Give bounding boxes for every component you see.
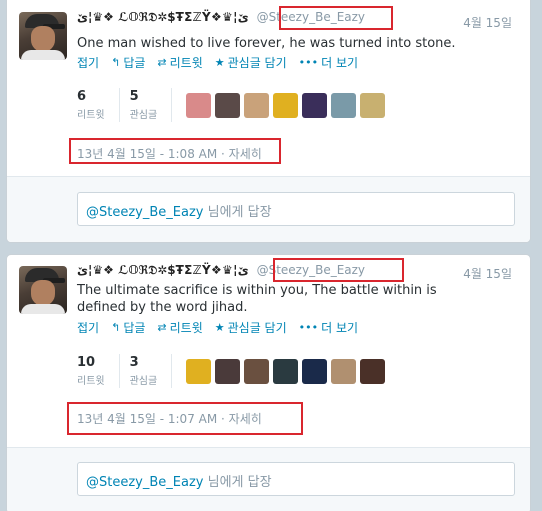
details-link[interactable]: · 자세히 [221, 147, 262, 161]
tweet-card[interactable]: ێ¦♛❖ ℒ𝕆ℜ𝔇✲$ŦΣℤŸ❖♛¦ێ @Steezy_Be_Eazy 4월 1… [6, 0, 531, 243]
tweet-stats: 6 리트윗 5 관심글 [77, 88, 386, 122]
favoriter-avatar[interactable] [302, 358, 328, 384]
more-icon: ••• [298, 56, 319, 69]
user-handle[interactable]: @Steezy_Be_Eazy [257, 263, 365, 277]
tweet-text: One man wished to live forever, he was t… [77, 36, 456, 51]
favoriter-avatar[interactable] [273, 92, 299, 118]
more-button[interactable]: ••• 더 보기 [299, 54, 358, 71]
tweet-stats: 10 리트윗 3 관심글 [77, 354, 386, 388]
favoriter-avatar[interactable] [186, 92, 212, 118]
favorite-count[interactable]: 3 관심글 [130, 354, 173, 388]
retweet-button[interactable]: ⇄ 리트윗 [157, 54, 202, 71]
collapse-button[interactable]: 접기 [77, 319, 99, 336]
tweet-actions: 접기 ↰ 답글 ⇄ 리트윗 ★ 관심글 담기 ••• 더 보기 [77, 54, 358, 71]
favoriter-avatar[interactable] [360, 358, 386, 384]
tweet-header: ێ¦♛❖ ℒ𝕆ℜ𝔇✲$ŦΣℤŸ❖♛¦ێ @Steezy_Be_Eazy [77, 10, 365, 30]
avatar[interactable] [19, 266, 67, 314]
reply-area: @Steezy_Be_Eazy 님에게 답장 [7, 176, 530, 242]
favoriter-avatar[interactable] [215, 92, 241, 118]
collapse-button[interactable]: 접기 [77, 54, 99, 71]
tweet-timestamp[interactable]: 13년 4월 15일 - 1:07 AM · 자세히 [77, 410, 262, 427]
user-fullname[interactable]: ێ¦♛❖ ℒ𝕆ℜ𝔇✲$ŦΣℤŸ❖♛¦ێ [77, 10, 249, 24]
favoriter-avatar[interactable] [244, 92, 270, 118]
favoriter-avatar[interactable] [331, 92, 357, 118]
reply-input[interactable]: @Steezy_Be_Eazy 님에게 답장 [77, 192, 515, 226]
star-icon: ★ [214, 321, 225, 334]
reply-icon: ↰ [111, 56, 121, 69]
favoriter-avatar[interactable] [273, 358, 299, 384]
retweet-button[interactable]: ⇄ 리트윗 [157, 319, 202, 336]
favoriter-avatars [186, 358, 386, 384]
favorite-count[interactable]: 5 관심글 [130, 88, 173, 122]
favoriter-avatar[interactable] [244, 358, 270, 384]
favoriter-avatar[interactable] [331, 358, 357, 384]
reply-button[interactable]: ↰ 답글 [111, 319, 145, 336]
reply-input[interactable]: @Steezy_Be_Eazy 님에게 답장 [77, 462, 515, 496]
favorite-button[interactable]: ★ 관심글 담기 [215, 319, 287, 336]
user-handle[interactable]: @Steezy_Be_Eazy [257, 10, 365, 24]
tweet-card[interactable]: ێ¦♛❖ ℒ𝕆ℜ𝔇✲$ŦΣℤŸ❖♛¦ێ @Steezy_Be_Eazy 4월 1… [6, 254, 531, 511]
tweet-header: ێ¦♛❖ ℒ𝕆ℜ𝔇✲$ŦΣℤŸ❖♛¦ێ @Steezy_Be_Eazy [77, 263, 365, 283]
reply-button[interactable]: ↰ 답글 [111, 54, 145, 71]
favoriter-avatar[interactable] [302, 92, 328, 118]
favoriter-avatar[interactable] [215, 358, 241, 384]
reply-area: @Steezy_Be_Eazy 님에게 답장 [7, 447, 530, 511]
tweet-date[interactable]: 4월 15일 [463, 14, 512, 31]
retweet-count[interactable]: 10 리트윗 [77, 354, 120, 388]
favoriter-avatar[interactable] [186, 358, 212, 384]
tweet-text: The ultimate sacrifice is within you, Th… [77, 283, 437, 315]
retweet-icon: ⇄ [157, 56, 167, 69]
user-fullname[interactable]: ێ¦♛❖ ℒ𝕆ℜ𝔇✲$ŦΣℤŸ❖♛¦ێ [77, 263, 249, 277]
retweet-icon: ⇄ [157, 321, 167, 334]
more-button[interactable]: ••• 더 보기 [299, 319, 358, 336]
favoriter-avatars [186, 92, 386, 118]
star-icon: ★ [214, 56, 225, 69]
details-link[interactable]: · 자세히 [221, 412, 262, 426]
favoriter-avatar[interactable] [360, 92, 386, 118]
retweet-count[interactable]: 6 리트윗 [77, 88, 120, 122]
avatar[interactable] [19, 12, 67, 60]
tweet-actions: 접기 ↰ 답글 ⇄ 리트윗 ★ 관심글 담기 ••• 더 보기 [77, 319, 358, 336]
tweet-timestamp[interactable]: 13년 4월 15일 - 1:08 AM · 자세히 [77, 145, 262, 162]
reply-icon: ↰ [111, 321, 121, 334]
favorite-button[interactable]: ★ 관심글 담기 [215, 54, 287, 71]
more-icon: ••• [298, 321, 319, 334]
tweet-date[interactable]: 4월 15일 [463, 265, 512, 282]
